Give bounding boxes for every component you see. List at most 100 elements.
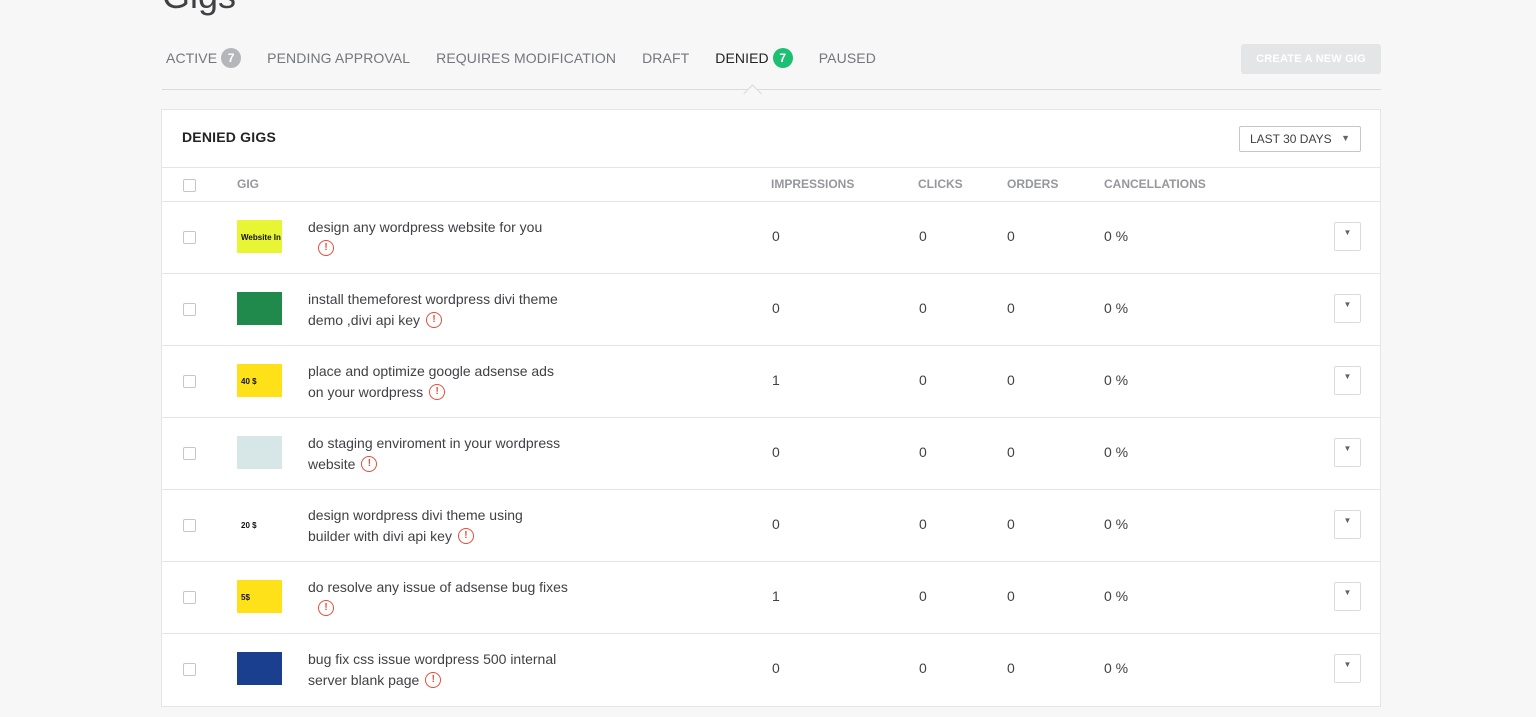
column-clicks[interactable]: CLICKS bbox=[918, 177, 963, 191]
caret-down-icon: ▼ bbox=[1341, 133, 1350, 143]
column-cancellations[interactable]: CANCELLATIONS bbox=[1104, 177, 1206, 191]
exclamation-circle-icon[interactable]: ! bbox=[318, 240, 334, 257]
orders-value: 0 bbox=[1007, 516, 1015, 532]
exclamation-circle-icon[interactable]: ! bbox=[425, 672, 442, 689]
orders-value: 0 bbox=[1007, 300, 1015, 316]
gig-thumbnail-image: Website In Wordpress bbox=[237, 220, 282, 253]
impressions-value: 0 bbox=[772, 516, 780, 532]
gig-title-text: do resolve any issue of adsense bug fixe… bbox=[308, 579, 568, 595]
gig-thumbnail[interactable] bbox=[237, 436, 282, 469]
gig-title-line-2: on your wordpress! bbox=[308, 382, 608, 403]
gig-title-text: do staging enviroment in your wordpress bbox=[308, 435, 561, 451]
gig-title[interactable]: place and optimize google adsense ads on… bbox=[308, 361, 608, 403]
gig-list: Website In Wordpress design any wordpres… bbox=[162, 202, 1380, 705]
exclamation-circle-icon[interactable]: ! bbox=[426, 312, 443, 329]
active-count-badge: 7 bbox=[221, 48, 242, 68]
caret-down-icon: ▼ bbox=[1343, 516, 1352, 525]
row-checkbox[interactable] bbox=[183, 447, 196, 460]
orders-value: 0 bbox=[1007, 660, 1015, 676]
gig-thumbnail-image bbox=[237, 436, 282, 469]
date-range-select[interactable]: LAST 30 DAYS ▼ bbox=[1239, 126, 1361, 152]
tab-label: DRAFT bbox=[642, 50, 690, 66]
table-row: install themeforest wordpress divi theme… bbox=[162, 274, 1380, 346]
column-impressions[interactable]: IMPRESSIONS bbox=[771, 177, 854, 191]
thumbnail-text: 20 $ bbox=[241, 521, 257, 530]
row-actions-dropdown[interactable]: ▼ bbox=[1334, 366, 1361, 395]
thumbnail-text: 40 $ bbox=[241, 377, 257, 386]
cancellations-value: 0 % bbox=[1104, 228, 1129, 244]
table-row: 40 $ place and optimize google adsense a… bbox=[162, 346, 1380, 418]
gig-title-text: design any wordpress website for you bbox=[308, 219, 543, 235]
thumbnail-bg bbox=[237, 292, 282, 325]
tab-active[interactable]: ACTIVE 7 bbox=[166, 48, 242, 68]
impressions-value: 1 bbox=[772, 588, 780, 604]
tab-pending-approval[interactable]: PENDING APPROVAL bbox=[267, 48, 410, 68]
gig-title[interactable]: install themeforest wordpress divi theme… bbox=[308, 289, 608, 331]
gig-title-line-1: do resolve any issue of adsense bug fixe… bbox=[308, 577, 608, 598]
impressions-value: 0 bbox=[772, 444, 780, 460]
tab-denied[interactable]: DENIED 7 bbox=[715, 48, 793, 103]
thumbnail-text: Website In Wordpress bbox=[241, 233, 282, 242]
exclamation-circle-icon[interactable]: ! bbox=[429, 384, 446, 401]
exclamation-circle-icon[interactable]: ! bbox=[361, 456, 378, 473]
row-actions-dropdown[interactable]: ▼ bbox=[1334, 294, 1361, 323]
caret-down-icon: ▼ bbox=[1343, 228, 1352, 237]
caret-down-icon: ▼ bbox=[1343, 444, 1352, 453]
row-actions-dropdown[interactable]: ▼ bbox=[1334, 654, 1361, 683]
page-title: Gigs bbox=[162, 0, 236, 16]
thumbnail-bg bbox=[237, 652, 282, 685]
cancellations-value: 0 % bbox=[1104, 444, 1129, 460]
caret-down-icon: ▼ bbox=[1343, 300, 1352, 309]
clicks-value: 0 bbox=[919, 660, 927, 676]
gig-thumbnail-image: 5$ bbox=[237, 580, 282, 613]
gig-title-text: demo ,divi api key bbox=[308, 312, 421, 328]
row-checkbox[interactable] bbox=[183, 591, 196, 604]
create-new-gig-button[interactable]: CREATE A NEW GIG bbox=[1241, 44, 1381, 74]
caret-down-icon: ▼ bbox=[1343, 372, 1352, 381]
cancellations-value: 0 % bbox=[1104, 372, 1129, 388]
row-checkbox[interactable] bbox=[183, 231, 196, 244]
gig-title[interactable]: do resolve any issue of adsense bug fixe… bbox=[308, 577, 608, 619]
tab-label: PAUSED bbox=[818, 50, 876, 66]
gig-thumbnail[interactable] bbox=[237, 652, 282, 685]
exclamation-circle-icon[interactable]: ! bbox=[318, 600, 334, 617]
gig-thumbnail[interactable] bbox=[237, 292, 282, 325]
gig-title-text: design wordpress divi theme using bbox=[308, 507, 523, 523]
table-row: 20 $ design wordpress divi theme using b… bbox=[162, 490, 1380, 562]
gig-title-line-1: bug fix css issue wordpress 500 internal bbox=[308, 649, 608, 670]
tab-requires-modification[interactable]: REQUIRES MODIFICATION bbox=[436, 48, 616, 68]
gig-thumbnail[interactable]: 5$ bbox=[237, 580, 282, 613]
gig-thumbnail[interactable]: Website In Wordpress bbox=[237, 220, 282, 253]
row-actions-dropdown[interactable]: ▼ bbox=[1334, 582, 1361, 611]
cancellations-value: 0 % bbox=[1104, 588, 1129, 604]
tab-draft[interactable]: DRAFT bbox=[642, 48, 689, 68]
row-checkbox[interactable] bbox=[183, 519, 196, 532]
table-row: Website In Wordpress design any wordpres… bbox=[162, 202, 1380, 274]
impressions-value: 1 bbox=[772, 372, 780, 388]
tab-paused[interactable]: PAUSED bbox=[819, 48, 876, 68]
tab-label: ACTIVE bbox=[166, 50, 218, 66]
column-orders[interactable]: ORDERS bbox=[1007, 177, 1058, 191]
row-actions-dropdown[interactable]: ▼ bbox=[1334, 510, 1361, 539]
impressions-value: 0 bbox=[772, 228, 780, 244]
gig-thumbnail[interactable]: 20 $ bbox=[237, 508, 282, 541]
gig-title-text: install themeforest wordpress divi theme bbox=[308, 291, 558, 307]
gig-title[interactable]: do staging enviroment in your wordpress … bbox=[308, 433, 608, 475]
cancellations-value: 0 % bbox=[1104, 300, 1129, 316]
exclamation-circle-icon[interactable]: ! bbox=[457, 528, 474, 545]
gig-title-line-2: server blank page! bbox=[308, 670, 608, 691]
select-all-checkbox[interactable] bbox=[183, 179, 196, 192]
gig-title[interactable]: design wordpress divi theme using builde… bbox=[308, 505, 608, 547]
gig-title[interactable]: bug fix css issue wordpress 500 internal… bbox=[308, 649, 608, 691]
row-actions-dropdown[interactable]: ▼ bbox=[1334, 222, 1361, 251]
gig-thumbnail[interactable]: 40 $ bbox=[237, 364, 282, 397]
gig-title[interactable]: design any wordpress website for you ! bbox=[308, 217, 608, 259]
caret-down-icon: ▼ bbox=[1343, 660, 1352, 669]
row-checkbox[interactable] bbox=[183, 663, 196, 676]
row-actions-dropdown[interactable]: ▼ bbox=[1334, 438, 1361, 467]
row-checkbox[interactable] bbox=[183, 375, 196, 388]
row-checkbox[interactable] bbox=[183, 303, 196, 316]
denied-count-badge: 7 bbox=[772, 48, 793, 68]
orders-value: 0 bbox=[1007, 228, 1015, 244]
cancellations-value: 0 % bbox=[1104, 516, 1129, 532]
